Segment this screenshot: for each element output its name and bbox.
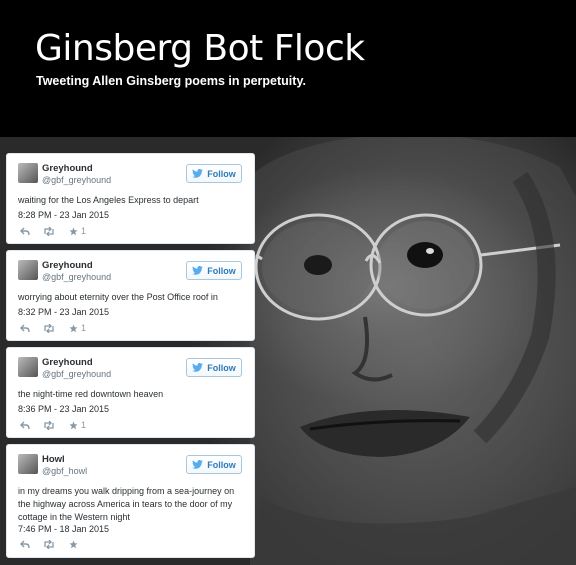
follow-label: Follow xyxy=(207,265,236,276)
star-icon xyxy=(69,226,78,235)
retweet-button[interactable] xyxy=(43,540,55,549)
favorite-count: 1 xyxy=(81,323,87,333)
reply-button[interactable] xyxy=(20,227,30,236)
user-handle[interactable]: @gbf_greyhound xyxy=(42,175,111,185)
tweet-text: in my dreams you walk dripping from a se… xyxy=(18,486,235,522)
avatar[interactable] xyxy=(18,260,38,280)
star-icon xyxy=(69,420,78,429)
user-name[interactable]: Greyhound xyxy=(42,260,93,271)
retweet-button[interactable] xyxy=(43,420,55,430)
reply-icon xyxy=(20,227,30,235)
follow-label: Follow xyxy=(207,459,236,470)
star-icon xyxy=(69,323,78,332)
tweet-actions: 1 xyxy=(20,323,86,333)
reply-button[interactable] xyxy=(20,324,30,333)
tweet-timestamp[interactable]: 8:32 PM - 23 Jan 2015 xyxy=(18,307,109,317)
user-name[interactable]: Greyhound xyxy=(42,357,93,368)
retweet-icon xyxy=(44,323,54,333)
twitter-bird-icon xyxy=(192,460,204,469)
tweet-text: waiting for the Los Angeles Express to d… xyxy=(18,195,199,205)
tweet-text: the night-time red downtown heaven xyxy=(18,389,164,399)
follow-label: Follow xyxy=(207,168,236,179)
retweet-icon xyxy=(44,226,54,236)
twitter-bird-icon xyxy=(192,266,204,275)
tweet-text: worrying about eternity over the Post Of… xyxy=(18,292,218,302)
follow-button[interactable]: Follow xyxy=(186,261,242,280)
favorite-count: 1 xyxy=(81,420,87,430)
tweet-card[interactable]: Greyhound @gbf_greyhound Follow the nigh… xyxy=(6,347,255,438)
avatar[interactable] xyxy=(18,454,38,474)
user-handle[interactable]: @gbf_howl xyxy=(42,466,87,476)
tweet-timestamp[interactable]: 8:28 PM - 23 Jan 2015 xyxy=(18,210,109,220)
star-icon xyxy=(69,540,78,549)
reply-button[interactable] xyxy=(20,540,30,549)
site-subtitle: Tweeting Allen Ginsberg poems in perpetu… xyxy=(36,74,306,88)
favorite-button[interactable]: 1 xyxy=(69,420,86,430)
reply-icon xyxy=(20,421,30,429)
twitter-bird-icon xyxy=(192,169,204,178)
reply-icon xyxy=(20,540,30,549)
user-name[interactable]: Greyhound xyxy=(42,163,93,174)
site-header: Ginsberg Bot Flock Tweeting Allen Ginsbe… xyxy=(0,0,576,137)
retweet-button[interactable] xyxy=(43,323,55,333)
tweet-actions xyxy=(20,540,81,549)
reply-button[interactable] xyxy=(20,421,30,430)
follow-button[interactable]: Follow xyxy=(186,164,242,183)
user-handle[interactable]: @gbf_greyhound xyxy=(42,369,111,379)
retweet-icon xyxy=(44,420,54,430)
follow-button[interactable]: Follow xyxy=(186,358,242,377)
user-handle[interactable]: @gbf_greyhound xyxy=(42,272,111,282)
tweet-actions: 1 xyxy=(20,420,86,430)
reply-icon xyxy=(20,324,30,332)
follow-label: Follow xyxy=(207,362,236,373)
retweet-icon xyxy=(44,540,54,549)
follow-button[interactable]: Follow xyxy=(186,455,242,474)
avatar[interactable] xyxy=(18,357,38,377)
favorite-count: 1 xyxy=(81,226,87,236)
user-name[interactable]: Howl xyxy=(42,454,65,465)
site-title: Ginsberg Bot Flock xyxy=(35,28,365,69)
tweet-timestamp[interactable]: 8:36 PM - 23 Jan 2015 xyxy=(18,404,109,414)
favorite-button[interactable]: 1 xyxy=(69,226,86,236)
favorite-button[interactable] xyxy=(69,540,81,549)
tweet-card[interactable]: Howl @gbf_howl Follow in my dreams you w… xyxy=(6,444,255,558)
avatar[interactable] xyxy=(18,163,38,183)
favorite-button[interactable]: 1 xyxy=(69,323,86,333)
tweet-card[interactable]: Greyhound @gbf_greyhound Follow worrying… xyxy=(6,250,255,341)
retweet-button[interactable] xyxy=(43,226,55,236)
tweet-actions: 1 xyxy=(20,226,86,236)
tweet-timestamp[interactable]: 7:46 PM - 18 Jan 2015 xyxy=(18,524,109,534)
tweet-card[interactable]: Greyhound @gbf_greyhound Follow waiting … xyxy=(6,153,255,244)
twitter-bird-icon xyxy=(192,363,204,372)
